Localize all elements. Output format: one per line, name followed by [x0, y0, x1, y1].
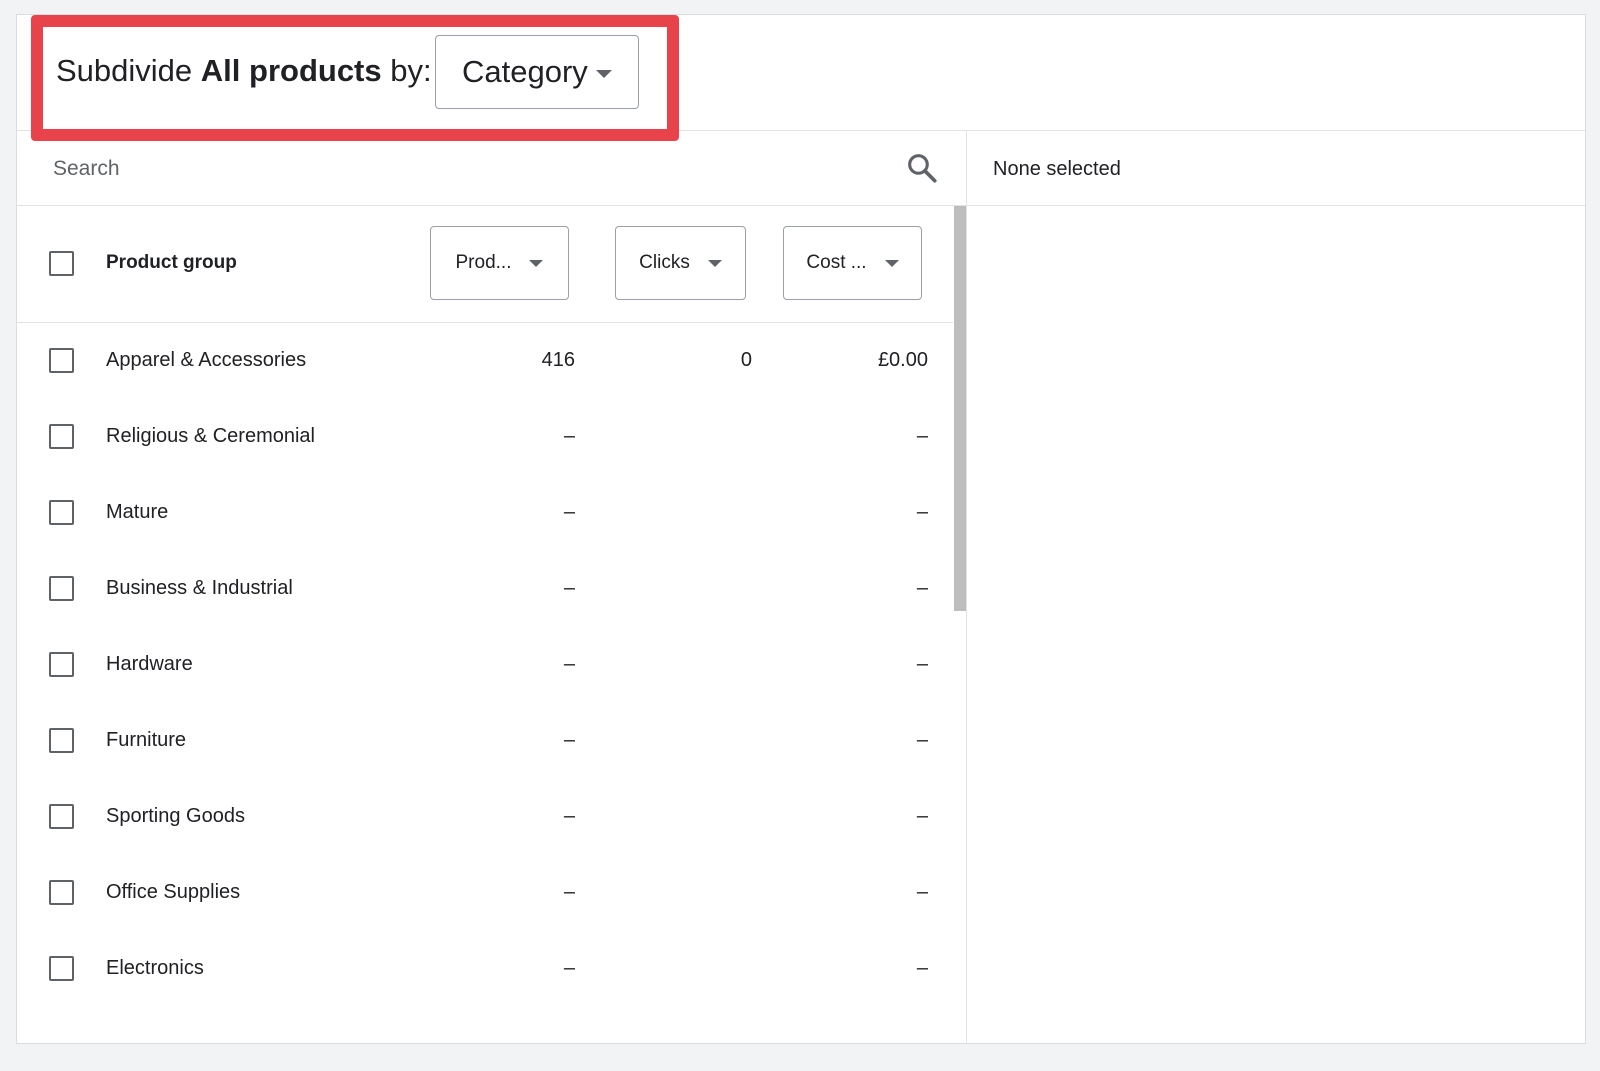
row-cost: – [916, 881, 928, 903]
row-products: – [563, 425, 575, 447]
row-name: Electronics [106, 957, 204, 979]
subdivide-target: All products [200, 53, 382, 88]
column-selector-label: Cost ... [806, 252, 867, 273]
table-row[interactable]: Mature – – [17, 475, 953, 551]
row-checkbox[interactable] [49, 804, 74, 829]
row-cost: – [916, 729, 928, 751]
scrollbar-thumb[interactable] [954, 206, 966, 611]
subdivide-panel: Subdivide All products by: Category Prod… [16, 14, 1586, 1044]
table-row[interactable]: Apparel & Accessories 416 0 £0.00 [17, 323, 953, 399]
column-selector-label: Clicks [639, 252, 690, 273]
search-bar [17, 131, 967, 206]
row-cost: – [916, 653, 928, 675]
subdivide-label: Subdivide All products by: [56, 53, 432, 89]
row-cost: – [916, 957, 928, 979]
row-products: – [563, 577, 575, 599]
row-checkbox[interactable] [49, 956, 74, 981]
row-checkbox[interactable] [49, 348, 74, 373]
column-selector-label: Prod... [455, 252, 512, 273]
chevron-down-icon [707, 259, 722, 267]
row-checkbox[interactable] [49, 880, 74, 905]
row-checkbox[interactable] [49, 652, 74, 677]
subdivide-suffix: by: [390, 53, 432, 88]
row-products: 416 [541, 349, 575, 371]
subdivide-dropdown[interactable]: Category [435, 35, 639, 109]
row-checkbox[interactable] [49, 500, 74, 525]
row-name: Apparel & Accessories [106, 349, 307, 371]
column-selector-cost[interactable]: Cost ... [783, 226, 922, 300]
chevron-down-icon [596, 70, 612, 78]
row-checkbox[interactable] [49, 576, 74, 601]
subdivide-dropdown-value: Category [462, 54, 588, 89]
selection-status: None selected [993, 158, 1121, 180]
column-selector-clicks[interactable]: Clicks [615, 226, 746, 300]
column-selector-products[interactable]: Prod... [430, 226, 569, 300]
table-row[interactable]: Office Supplies – – [17, 855, 953, 931]
row-products: – [563, 805, 575, 827]
chevron-down-icon [529, 259, 544, 267]
table-row[interactable]: Sporting Goods – – [17, 779, 953, 855]
chevron-down-icon [884, 259, 899, 267]
scrollbar[interactable] [954, 206, 966, 1042]
row-name: Office Supplies [106, 881, 241, 903]
row-cost: £0.00 [877, 349, 928, 371]
row-name: Furniture [106, 729, 187, 751]
table-row[interactable]: Business & Industrial – – [17, 551, 953, 627]
table-row[interactable]: Religious & Ceremonial – – [17, 399, 953, 475]
row-name: Sporting Goods [106, 805, 245, 827]
row-products: – [563, 501, 575, 523]
row-products: – [563, 729, 575, 751]
row-name: Religious & Ceremonial [106, 425, 315, 447]
row-checkbox[interactable] [49, 424, 74, 449]
table-header: Product group Prod... Clicks Cost ... [17, 206, 953, 323]
subdivide-header: Subdivide All products by: Category [17, 15, 1585, 141]
selection-header: None selected [967, 131, 1585, 206]
subdivide-prefix: Subdivide [56, 53, 193, 88]
row-clicks: 0 [740, 349, 752, 371]
row-name: Business & Industrial [106, 577, 293, 599]
row-cost: – [916, 577, 928, 599]
row-products: – [563, 957, 575, 979]
table-row[interactable]: Electronics – – [17, 931, 953, 1007]
table-row[interactable]: Hardware – – [17, 627, 953, 703]
product-group-list: Product group Prod... Clicks Cost ... Ap… [17, 131, 967, 1043]
row-cost: – [916, 501, 928, 523]
row-cost: – [916, 805, 928, 827]
row-checkbox[interactable] [49, 728, 74, 753]
select-all-checkbox[interactable] [49, 251, 74, 276]
table-row[interactable]: Furniture – – [17, 703, 953, 779]
product-group-header: Product group [106, 252, 237, 273]
selection-panel: None selected [967, 131, 1585, 1043]
row-name: Hardware [106, 653, 193, 675]
row-products: – [563, 881, 575, 903]
search-input[interactable] [53, 149, 853, 189]
row-products: – [563, 653, 575, 675]
row-name: Mature [106, 501, 169, 523]
search-icon[interactable] [905, 151, 939, 185]
row-cost: – [916, 425, 928, 447]
